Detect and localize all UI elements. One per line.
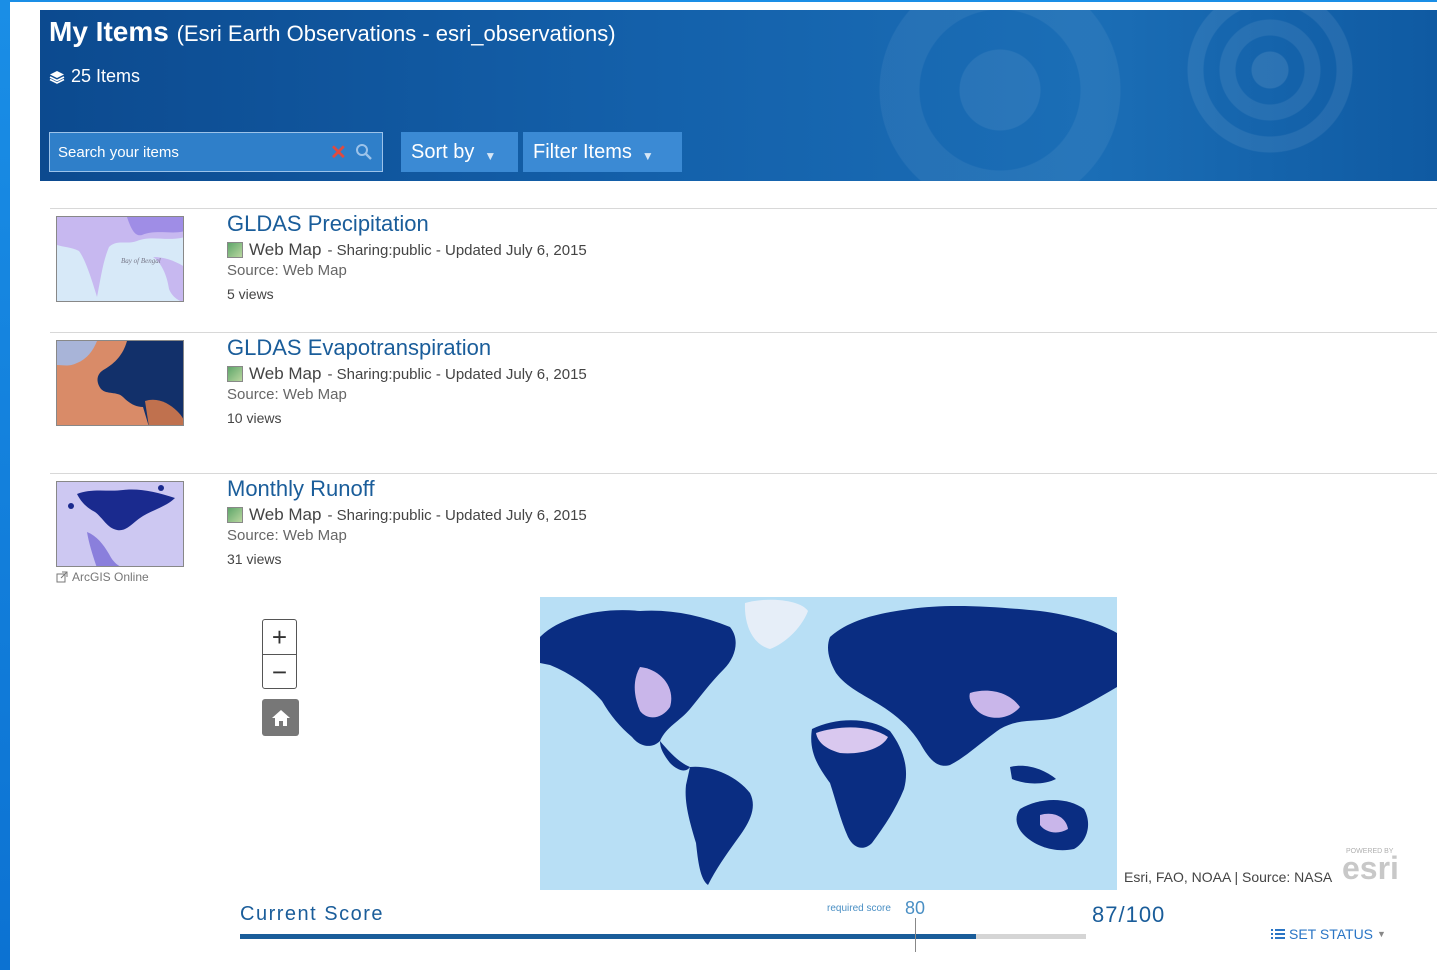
item-meta: Web Map - Sharing:public - Updated July … bbox=[227, 364, 587, 384]
score-progress-bar bbox=[240, 934, 1086, 939]
map-view[interactable] bbox=[540, 597, 1117, 890]
page-title-text: My Items bbox=[49, 16, 169, 47]
page-title: My Items (Esri Earth Observations - esri… bbox=[49, 16, 616, 48]
item-title-link[interactable]: Monthly Runoff bbox=[227, 476, 375, 502]
precipitation-thumbnail-graphic: Bay of Bengal bbox=[57, 217, 183, 301]
sort-caret-icon: ▼ bbox=[484, 149, 497, 163]
search-icon[interactable] bbox=[355, 143, 373, 161]
world-map-graphic bbox=[540, 597, 1117, 890]
item-source: Source: Web Map bbox=[227, 386, 347, 403]
item-source: Source: Web Map bbox=[227, 262, 347, 279]
svg-text:Bay of Bengal: Bay of Bengal bbox=[121, 257, 161, 265]
web-map-icon bbox=[227, 507, 243, 523]
item-thumbnail-monthly-runoff[interactable] bbox=[56, 481, 184, 567]
item-title-link[interactable]: GLDAS Precipitation bbox=[227, 211, 429, 237]
page-header: My Items (Esri Earth Observations - esri… bbox=[40, 10, 1437, 181]
esri-logo-graphic: POWERED BY esri bbox=[1342, 848, 1399, 886]
search-box: ✕ bbox=[49, 132, 383, 172]
set-status-caret-icon: ▼ bbox=[1377, 929, 1386, 939]
filter-items-button[interactable]: Filter Items ▼ bbox=[523, 132, 682, 172]
zoom-out-button[interactable]: − bbox=[263, 655, 296, 689]
required-score-marker bbox=[915, 918, 916, 952]
layers-icon bbox=[49, 70, 65, 84]
set-status-button[interactable]: SET STATUS ▼ bbox=[1271, 926, 1386, 942]
runoff-thumbnail-graphic bbox=[57, 482, 183, 566]
search-input[interactable] bbox=[50, 142, 320, 162]
svg-text:esri: esri bbox=[1342, 850, 1399, 883]
left-accent-bar bbox=[0, 0, 10, 970]
required-score-value: 80 bbox=[905, 898, 926, 918]
clear-search-icon[interactable]: ✕ bbox=[330, 140, 347, 165]
web-map-icon bbox=[227, 242, 243, 258]
item-meta: Web Map - Sharing:public - Updated July … bbox=[227, 240, 587, 260]
item-count-label: 25 Items bbox=[71, 66, 141, 86]
item-title-link[interactable]: GLDAS Evapotranspiration bbox=[227, 335, 491, 361]
required-score-label: required score bbox=[827, 903, 891, 914]
score-progress-fill bbox=[240, 934, 977, 939]
item-views: 5 views bbox=[227, 286, 274, 302]
zoom-control: + − bbox=[262, 619, 297, 689]
arcgis-online-link[interactable]: ArcGIS Online bbox=[56, 570, 149, 584]
web-map-icon bbox=[227, 366, 243, 382]
item-divider bbox=[50, 208, 1437, 209]
item-type: Web Map bbox=[249, 240, 322, 259]
item-divider bbox=[50, 332, 1437, 333]
sort-by-button[interactable]: Sort by ▼ bbox=[401, 132, 518, 172]
item-views: 31 views bbox=[227, 551, 282, 567]
item-thumbnail-gldas-precipitation[interactable]: Bay of Bengal bbox=[56, 216, 184, 302]
item-meta: Web Map - Sharing:public - Updated July … bbox=[227, 505, 587, 525]
zoom-in-button[interactable]: + bbox=[263, 620, 296, 655]
item-type: Web Map bbox=[249, 505, 322, 524]
set-status-label: SET STATUS bbox=[1289, 926, 1374, 942]
external-link-icon bbox=[56, 571, 68, 583]
item-sharing-updated: - Sharing:public - Updated July 6, 2015 bbox=[327, 365, 587, 383]
arcgis-online-label: ArcGIS Online bbox=[72, 570, 149, 584]
item-source: Source: Web Map bbox=[227, 527, 347, 544]
map-attribution: Esri, FAO, NOAA | Source: NASA bbox=[1124, 869, 1333, 885]
list-icon bbox=[1271, 929, 1285, 939]
current-score-label: Current Score bbox=[240, 903, 384, 925]
home-icon bbox=[271, 709, 290, 726]
sort-by-label: Sort by bbox=[411, 140, 475, 163]
filter-items-label: Filter Items bbox=[533, 140, 632, 163]
item-divider bbox=[50, 473, 1437, 474]
evapotranspiration-thumbnail-graphic bbox=[57, 341, 183, 425]
page-subtitle: (Esri Earth Observations - esri_observat… bbox=[176, 21, 616, 46]
filter-caret-icon: ▼ bbox=[641, 149, 654, 163]
item-sharing-updated: - Sharing:public - Updated July 6, 2015 bbox=[327, 506, 587, 524]
current-score-value: 87/100 bbox=[1092, 902, 1166, 927]
item-count: 25 Items bbox=[49, 66, 140, 87]
item-views: 10 views bbox=[227, 410, 282, 426]
item-thumbnail-gldas-evapotranspiration[interactable] bbox=[56, 340, 184, 426]
top-accent-strip bbox=[10, 0, 1437, 2]
home-button[interactable] bbox=[262, 699, 299, 736]
item-type: Web Map bbox=[249, 364, 322, 383]
item-sharing-updated: - Sharing:public - Updated July 6, 2015 bbox=[327, 241, 587, 259]
esri-logo[interactable]: POWERED BY esri bbox=[1340, 843, 1414, 888]
